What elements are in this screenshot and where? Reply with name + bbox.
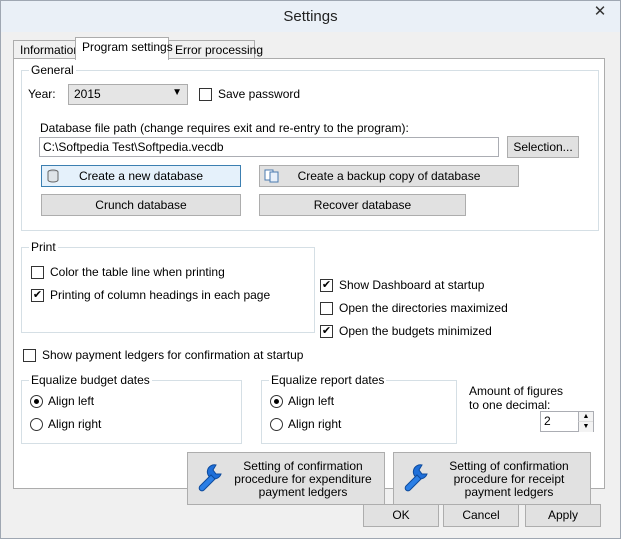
equalize-budget-label: Equalize budget dates [29,373,152,387]
general-group: General Year: 2015 ▼ Save password Datab… [21,63,599,231]
save-password-checkbox[interactable] [199,88,212,101]
budget-align-left-label: Align left [48,394,95,408]
report-align-right-radio[interactable] [270,418,283,431]
show-dashboard-checkbox[interactable]: ✔ [320,279,333,292]
ok-button[interactable]: OK [363,504,439,527]
wrench-icon [404,464,428,492]
spin-down-icon[interactable]: ▼ [578,422,593,432]
equalize-report-label: Equalize report dates [269,373,387,387]
dirs-maximized-checkbox[interactable] [320,302,333,315]
close-button[interactable]: ✕ [585,2,615,22]
figures-value: 2 [544,414,551,428]
title-bar: Settings ✕ [1,1,620,32]
budgets-minimized-label: Open the budgets minimized [339,324,492,338]
create-database-label: Create a new database [78,169,204,183]
window-title: Settings [283,8,338,25]
settings-window: Settings ✕ Information Program settings … [0,0,621,539]
print-group: Print Color the table line when printing… [21,240,315,333]
general-group-label: General [29,63,76,77]
figures-stepper[interactable]: 2 ▲ ▼ [540,411,594,432]
payment-ledgers-checkbox[interactable] [23,349,36,362]
color-line-label: Color the table line when printing [50,265,225,279]
column-headings-label: Printing of column headings in each page [50,288,271,302]
expenditure-confirmation-label: Setting of confirmation procedure for ex… [234,459,372,499]
tab-program-settings[interactable]: Program settings [75,37,173,60]
figures-label-line2: to one decimal: [469,398,551,412]
cancel-button[interactable]: Cancel [443,504,519,527]
chevron-down-icon: ▼ [172,87,182,98]
database-icon [47,169,59,183]
show-dashboard-label: Show Dashboard at startup [339,278,485,292]
year-label: Year: [28,87,56,101]
report-align-left-radio[interactable] [270,395,283,408]
tab-error-processing[interactable]: Error processing [168,40,263,59]
column-headings-checkbox[interactable]: ✔ [31,289,44,302]
create-database-button[interactable]: Create a new database [41,165,241,187]
receipt-confirmation-label: Setting of confirmation procedure for re… [449,459,569,499]
figures-label-line1: Amount of figures [469,384,564,398]
apply-button[interactable]: Apply [525,504,601,527]
year-value: 2015 [74,87,101,101]
recover-database-button[interactable]: Recover database [259,194,466,216]
db-path-label: Database file path (change requires exit… [40,121,409,135]
print-group-label: Print [29,240,58,254]
selection-button[interactable]: Selection... [507,136,579,158]
wrench-icon [198,464,222,492]
receipt-confirmation-button[interactable]: Setting of confirmation procedure for re… [393,452,591,505]
budget-align-right-label: Align right [48,417,102,431]
payment-ledgers-label: Show payment ledgers for confirmation at… [42,348,304,362]
report-align-right-label: Align right [288,417,342,431]
dirs-maximized-label: Open the directories maximized [339,301,508,315]
spin-up-icon[interactable]: ▲ [578,412,593,422]
budgets-minimized-checkbox[interactable]: ✔ [320,325,333,338]
budget-align-right-radio[interactable] [30,418,43,431]
report-align-left-label: Align left [288,394,335,408]
budget-align-left-radio[interactable] [30,395,43,408]
color-line-checkbox[interactable] [31,266,44,279]
save-password-label: Save password [218,87,301,101]
year-select[interactable]: 2015 ▼ [68,84,188,105]
copy-icon [264,169,279,183]
equalize-report-group: Equalize report dates Align left Align r… [261,373,457,444]
equalize-budget-group: Equalize budget dates Align left Align r… [21,373,242,444]
expenditure-confirmation-button[interactable]: Setting of confirmation procedure for ex… [187,452,385,505]
backup-database-label: Create a backup copy of database [297,169,481,183]
backup-database-button[interactable]: Create a backup copy of database [259,165,519,187]
dialog-client: Information Program settings Error proce… [1,32,620,538]
db-path-field[interactable]: C:\Softpedia Test\Softpedia.vecdb [39,137,499,157]
program-settings-panel: General Year: 2015 ▼ Save password Datab… [13,58,605,505]
crunch-database-button[interactable]: Crunch database [41,194,241,216]
tab-information[interactable]: Information [13,40,80,59]
